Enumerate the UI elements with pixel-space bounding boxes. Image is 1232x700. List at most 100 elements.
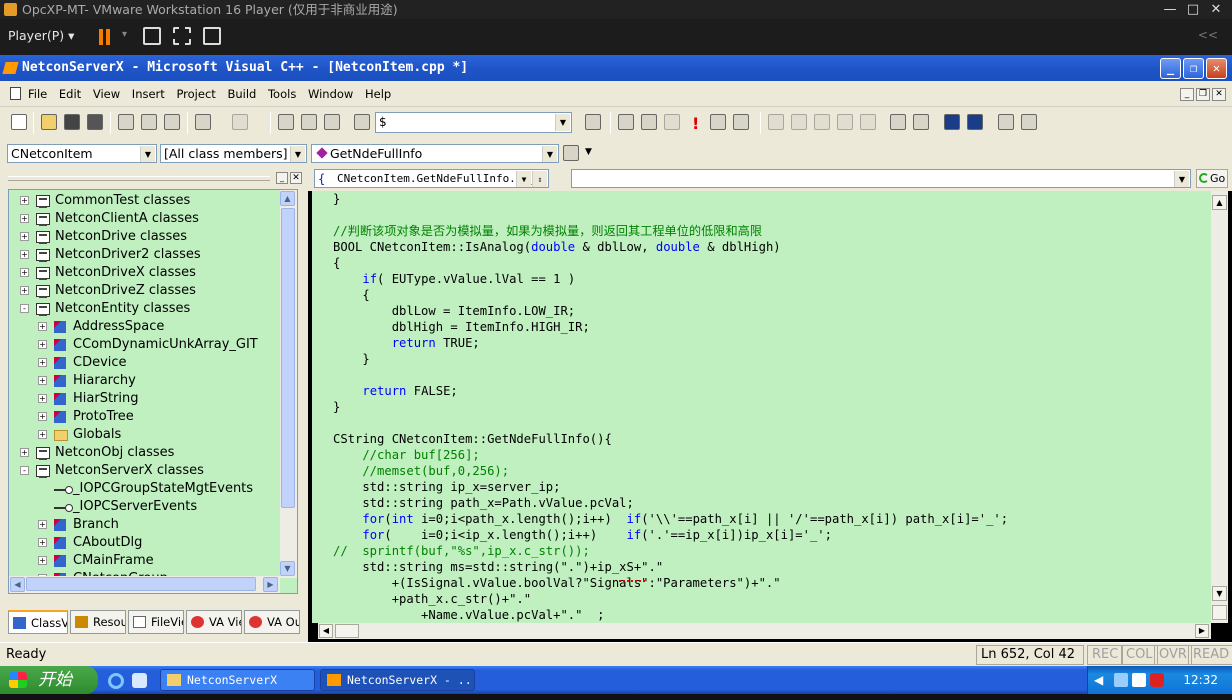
tree-item[interactable]: + AddressSpace [9, 318, 279, 336]
expand-icon[interactable]: + [38, 556, 47, 565]
tree-item[interactable]: _IOPCServerEvents [9, 498, 279, 516]
app-close-button[interactable]: ✕ [1206, 58, 1227, 79]
expand-icon[interactable]: + [20, 448, 29, 457]
menu-view[interactable]: View [93, 87, 120, 101]
tree-item[interactable]: + CMainFrame [9, 552, 279, 570]
send-ctrl-alt-del-icon[interactable] [143, 27, 161, 45]
va-icon-9[interactable] [967, 114, 983, 130]
volume-icon[interactable] [1132, 673, 1146, 687]
collapse-toolbar-icon[interactable]: << [1198, 28, 1218, 42]
spin-icon[interactable]: ⇕ [532, 171, 547, 187]
execute-icon[interactable]: ! [692, 114, 699, 133]
tree-vertical-scrollbar[interactable]: ▲ ▼ [280, 190, 297, 578]
cut-icon[interactable] [118, 114, 134, 130]
scroll-thumb[interactable] [281, 208, 295, 508]
tree-item[interactable]: + NetconDriveX classes [9, 264, 279, 282]
menu-project[interactable]: Project [176, 87, 215, 101]
pause-icon[interactable] [99, 29, 103, 45]
va-input-combo[interactable]: ▼ [571, 169, 1191, 188]
va-icon-5[interactable] [860, 114, 876, 130]
va-icon-1[interactable] [768, 114, 784, 130]
chevron-down-icon[interactable]: ▼ [140, 146, 155, 162]
open-icon[interactable] [41, 114, 57, 130]
expand-icon[interactable]: + [38, 430, 47, 439]
expand-icon[interactable]: + [20, 268, 29, 277]
expand-icon[interactable]: + [20, 214, 29, 223]
filter-combo[interactable]: [All class members] ▼ [160, 144, 307, 163]
collapse-icon[interactable]: - [20, 304, 29, 313]
va-icon-8[interactable] [944, 114, 960, 130]
code-editor[interactable]: }//判断该项对象是否为模拟量，如果为模拟量，则返回其工程单位的低限和高限 BOO… [312, 191, 1211, 623]
workspace-close-button[interactable]: ✕ [290, 172, 302, 184]
find-icon[interactable] [585, 114, 601, 130]
scroll-right-icon[interactable]: ▶ [1195, 624, 1209, 638]
build-icon[interactable] [641, 114, 657, 130]
expand-icon[interactable]: + [38, 520, 47, 529]
copy-icon[interactable] [141, 114, 157, 130]
tab-classview[interactable]: ClassView [8, 610, 68, 634]
new-file-icon[interactable] [11, 114, 27, 130]
tree-item[interactable]: + Globals [9, 426, 279, 444]
tree-horizontal-scrollbar[interactable]: ◀ ▶ [9, 576, 280, 593]
tree-item[interactable]: + NetconObj classes [9, 444, 279, 462]
show-desktop-icon[interactable] [132, 673, 147, 688]
expand-icon[interactable]: + [38, 394, 47, 403]
chevron-down-icon[interactable]: ▼ [290, 146, 305, 162]
undo-icon[interactable] [195, 114, 211, 130]
scroll-left-icon[interactable]: ◀ [319, 624, 333, 638]
vm-close-button[interactable]: ✕ [1207, 0, 1225, 19]
menu-insert[interactable]: Insert [132, 87, 165, 101]
va-icon-4[interactable] [837, 114, 853, 130]
va-icon-7[interactable] [913, 114, 929, 130]
expand-icon[interactable]: + [38, 322, 47, 331]
fullscreen-icon[interactable] [173, 27, 191, 45]
output-icon[interactable] [301, 114, 317, 130]
tree-item[interactable]: + ProtoTree [9, 408, 279, 426]
workspace-grip[interactable]: _ ✕ [8, 172, 302, 186]
unity-icon[interactable] [203, 27, 221, 45]
va-icon-6[interactable] [890, 114, 906, 130]
scroll-thumb[interactable] [335, 624, 359, 638]
tree-item[interactable]: + Hiararchy [9, 372, 279, 390]
expand-icon[interactable]: + [20, 196, 29, 205]
tree-item[interactable]: - NetconEntity classes [9, 300, 279, 318]
chevron-down-icon[interactable]: ▼ [555, 114, 570, 131]
tab-fileview[interactable]: FileView [128, 610, 184, 634]
tree-item[interactable]: + NetconDriveZ classes [9, 282, 279, 300]
chevron-down-icon[interactable]: ▼ [516, 171, 531, 187]
vm-maximize-button[interactable]: □ [1184, 0, 1202, 19]
tab-va-outline[interactable]: VA Outline [244, 610, 300, 634]
editor-vertical-scrollbar[interactable]: ▲ ▼ [1211, 191, 1228, 623]
expand-icon[interactable]: + [38, 358, 47, 367]
scroll-left-icon[interactable]: ◀ [10, 577, 25, 592]
scroll-up-icon[interactable]: ▲ [1212, 195, 1227, 210]
window-list-icon[interactable] [324, 114, 340, 130]
menu-edit[interactable]: Edit [59, 87, 81, 101]
document-icon[interactable] [10, 87, 21, 100]
security-shield-icon[interactable] [1150, 673, 1164, 687]
tree-item[interactable]: + CDevice [9, 354, 279, 372]
app-restore-button[interactable]: ❐ [1183, 58, 1204, 79]
go-icon[interactable] [710, 114, 726, 130]
member-combo[interactable]: GetNdeFullInfo ▼ [311, 144, 559, 163]
chevron-down-icon[interactable]: ▼ [542, 146, 557, 162]
pause-dropdown-icon[interactable]: ▾ [122, 29, 127, 40]
tree-item[interactable]: + CommonTest classes [9, 192, 279, 210]
player-menu-button[interactable]: Player(P) ▾ [8, 28, 74, 43]
scroll-down-icon[interactable]: ▼ [1212, 586, 1227, 601]
va-icon-10[interactable] [998, 114, 1014, 130]
tree-item[interactable]: + HiarString [9, 390, 279, 408]
expand-icon[interactable]: + [38, 340, 47, 349]
expand-icon[interactable]: + [38, 376, 47, 385]
tree-item[interactable]: - NetconServerX classes [9, 462, 279, 480]
ie-icon[interactable] [108, 673, 124, 689]
stop-build-icon[interactable] [664, 114, 680, 130]
expand-icon[interactable]: + [38, 412, 47, 421]
scroll-up-icon[interactable]: ▲ [280, 191, 295, 206]
va-icon-2[interactable] [791, 114, 807, 130]
expand-icon[interactable]: + [38, 538, 47, 547]
context-combo[interactable]: { CNetconItem.GetNdeFullInfo.ip_x ▼ ⇕ [314, 169, 549, 188]
doc-close-button[interactable]: ✕ [1212, 88, 1226, 101]
tree-item[interactable]: + NetconClientA classes [9, 210, 279, 228]
code-text[interactable]: }//判断该项对象是否为模拟量，如果为模拟量，则返回其工程单位的低限和高限 BOO… [333, 191, 1008, 623]
